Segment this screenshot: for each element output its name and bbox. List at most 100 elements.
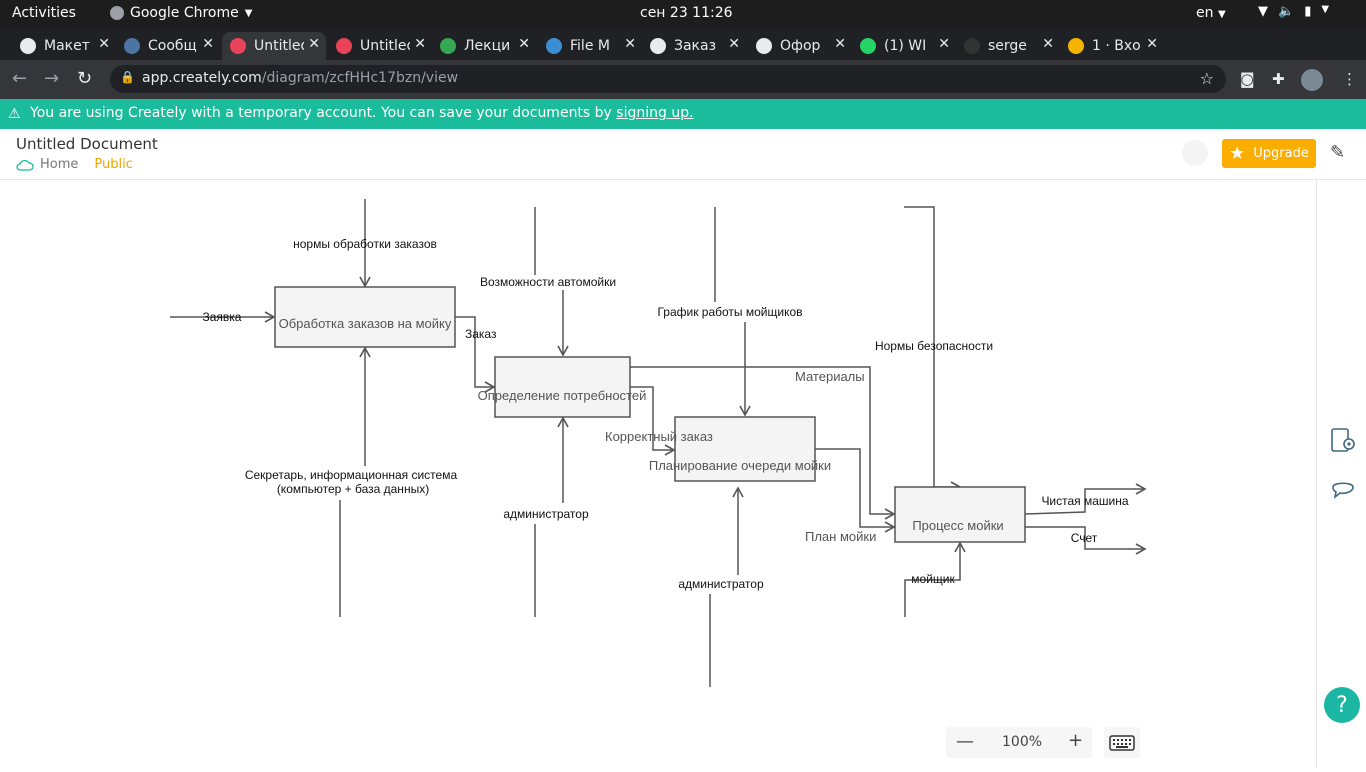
clock[interactable]: сен 23 11:26 [640, 5, 733, 21]
label-order: Заказ [465, 327, 497, 341]
box-label-1: Обработка заказов на мойку [279, 316, 452, 331]
caret-down-icon: ▼ [244, 7, 253, 19]
tab-3[interactable]: Untitled ✕ [222, 32, 326, 60]
wifi-icon: ▼ [1258, 4, 1268, 19]
caret-down-icon: ▼ [1217, 9, 1226, 20]
tab-close-icon[interactable]: ✕ [1042, 36, 1054, 52]
temp-account-banner: ⚠ You are using Creately with a temporar… [0, 99, 1366, 129]
breadcrumb-home[interactable]: Home [40, 157, 78, 172]
label-request: Заявка [203, 310, 242, 324]
right-tool-panel [1316, 180, 1366, 768]
chrome-icon [110, 6, 124, 20]
tab-10[interactable]: serge ✕ [956, 32, 1060, 60]
tab-label: Лекци [464, 38, 511, 54]
label-schedule: График работы мойщиков [657, 305, 802, 319]
label-correct-order: Корректный заказ [605, 429, 713, 444]
star-icon: ★ [1229, 143, 1246, 164]
camera-icon[interactable]: ◙ [1240, 70, 1255, 88]
tab-label: Офор [780, 38, 821, 54]
help-button[interactable]: ? [1324, 687, 1360, 723]
language-label: en [1196, 5, 1214, 21]
process-box-needs-assessment[interactable] [494, 356, 631, 418]
browser-toolbar: ← → ↻ 🔒 app.creately.com/diagram/zcfHHc1… [0, 60, 1366, 99]
tab-5[interactable]: Лекци ✕ [432, 32, 536, 60]
tab-favicon-icon [546, 38, 562, 54]
zoom-controls: — 100% + [946, 727, 1092, 758]
label-admin-2: администратор [678, 577, 764, 591]
tab-close-icon[interactable]: ✕ [518, 36, 530, 52]
tab-close-icon[interactable]: ✕ [938, 36, 950, 52]
tab-favicon-icon [440, 38, 456, 54]
visibility-label[interactable]: Public [94, 157, 132, 172]
tab-1[interactable]: Макет ✕ [12, 32, 116, 60]
tab-8[interactable]: Офор ✕ [748, 32, 852, 60]
banner-message: You are using Creately with a temporary … [30, 105, 612, 121]
diagram-canvas[interactable]: Обработка заказов на мойку Определение п… [0, 180, 1316, 768]
shape-settings-icon[interactable] [1329, 426, 1357, 454]
zoom-level[interactable]: 100% [1002, 734, 1042, 750]
tab-label: Untitled [360, 38, 410, 54]
tab-7[interactable]: Заказ ✕ [642, 32, 746, 60]
tab-label: File M [570, 38, 610, 54]
extensions-puzzle-icon[interactable]: ✚ [1272, 70, 1285, 88]
label-invoice: Счет [1071, 531, 1098, 545]
tab-2[interactable]: Сообщ ✕ [116, 32, 220, 60]
document-title[interactable]: Untitled Document [16, 135, 158, 153]
tab-close-icon[interactable]: ✕ [834, 36, 846, 52]
edit-pencil-icon[interactable]: ✎ [1330, 142, 1345, 163]
box-label-3: Планирование очереди мойки [649, 458, 831, 473]
zoom-out-button[interactable]: — [956, 731, 974, 752]
box-label-2: Определение потребностей [478, 388, 647, 403]
tab-close-icon[interactable]: ✕ [202, 36, 214, 52]
tab-strip: Макет ✕ Сообщ ✕ Untitled ✕ Untitled ✕ Лекци ✕ File… [0, 28, 1366, 83]
language-indicator[interactable]: en ▼ [1196, 5, 1226, 21]
tab-close-icon[interactable]: ✕ [308, 36, 320, 52]
tab-label: Untitled [254, 38, 304, 54]
profile-avatar[interactable] [1301, 69, 1323, 91]
tab-11[interactable]: 1 · Вхо ✕ [1060, 32, 1164, 60]
tab-label: 1 · Вхо [1092, 38, 1141, 54]
tab-6[interactable]: File M ✕ [538, 32, 642, 60]
reload-icon[interactable]: ↻ [77, 68, 92, 89]
activities-button[interactable]: Activities [12, 5, 76, 21]
tab-favicon-icon [860, 38, 876, 54]
tab-close-icon[interactable]: ✕ [624, 36, 636, 52]
volume-icon: 🔈 [1278, 4, 1295, 19]
tab-favicon-icon [20, 38, 36, 54]
app-menu[interactable]: Google Chrome ▼ [110, 5, 252, 21]
tab-favicon-icon [1068, 38, 1084, 54]
process-box-washing[interactable] [894, 486, 1026, 543]
tab-favicon-icon [650, 38, 666, 54]
kebab-menu-icon[interactable]: ⋮ [1342, 70, 1357, 88]
tab-favicon-icon [124, 38, 140, 54]
tab-close-icon[interactable]: ✕ [414, 36, 426, 52]
breadcrumb: Home Public [16, 157, 133, 172]
bookmark-star-icon[interactable]: ☆ [1200, 69, 1214, 88]
tab-9[interactable]: (1) WI ✕ [852, 32, 956, 60]
zoom-in-button[interactable]: + [1068, 730, 1083, 751]
url-text: app.creately.com/diagram/zcfHHc17bzn/vie… [142, 70, 458, 86]
label-clean-car: Чистая машина [1041, 494, 1128, 508]
tab-close-icon[interactable]: ✕ [1146, 36, 1158, 52]
label-secretary-2: (компьютер + база данных) [277, 482, 429, 496]
back-arrow-icon[interactable]: ← [12, 68, 27, 89]
keyboard-shortcuts-button[interactable] [1104, 727, 1140, 758]
upgrade-label: Upgrade [1253, 146, 1309, 161]
tab-label: Макет [44, 38, 90, 54]
system-tray[interactable]: ▼ 🔈 ▮ ▼ [1258, 4, 1329, 19]
sign-up-link[interactable]: signing up. [616, 105, 693, 121]
label-admin-1: администратор [503, 507, 589, 521]
idef0-diagram[interactable]: Обработка заказов на мойку Определение п… [0, 180, 1316, 768]
tab-close-icon[interactable]: ✕ [98, 36, 110, 52]
tab-favicon-icon [230, 38, 246, 54]
label-norms: нормы обработки заказов [293, 237, 437, 251]
forward-arrow-icon[interactable]: → [44, 68, 59, 89]
address-bar[interactable]: 🔒 app.creately.com/diagram/zcfHHc17bzn/v… [110, 65, 1226, 93]
upgrade-button[interactable]: ★ Upgrade [1222, 139, 1316, 168]
label-safety: Нормы безопасности [875, 339, 993, 353]
tab-label: (1) WI [884, 38, 927, 54]
tab-close-icon[interactable]: ✕ [728, 36, 740, 52]
tab-4[interactable]: Untitled ✕ [328, 32, 432, 60]
system-top-bar: Activities Google Chrome ▼ сен 23 11:26 … [0, 0, 1366, 28]
comment-icon[interactable] [1329, 478, 1357, 502]
